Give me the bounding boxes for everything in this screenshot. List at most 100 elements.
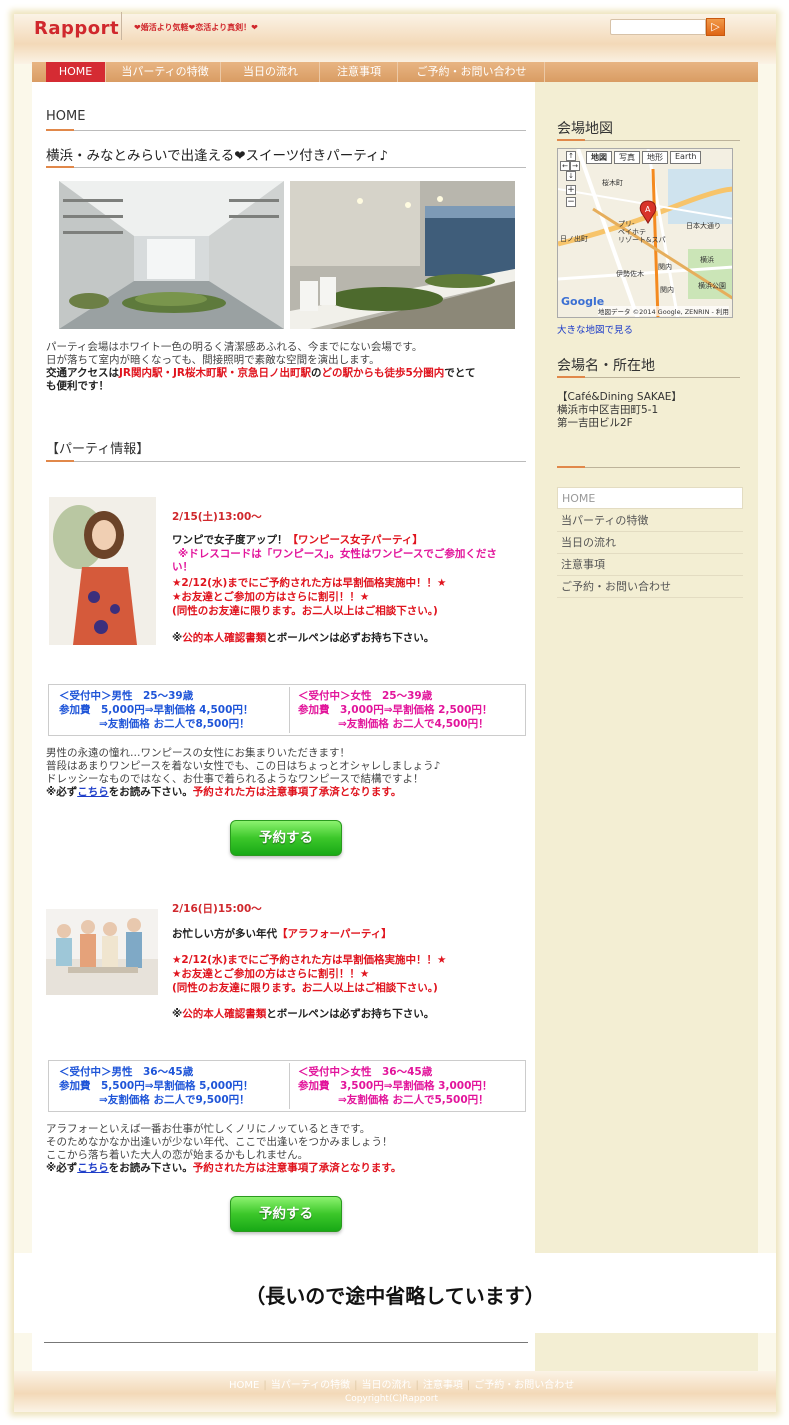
event-1-headline-text: ワンピで女子度アップ！ — [172, 534, 288, 546]
event-1-desc-2: 普段はあまりワンピースを着ない女性でも、この日はちょっとオシャレしましょう♪ — [46, 760, 441, 772]
access-suffix: でとて — [444, 367, 476, 379]
map-type-map[interactable]: 地図 — [586, 151, 612, 164]
event-1-description: 男性の永遠の憧れ…ワンピースの女性にお集まりいただきます！ 普段はあまりワンピー… — [46, 747, 524, 799]
footer-link-home[interactable]: HOME — [229, 1380, 259, 1391]
venue-building: 第一吉田ビル2F — [557, 417, 633, 429]
divider-accent — [46, 129, 74, 131]
map-title: 会場地図 — [557, 121, 613, 137]
map-pan-up-icon[interactable]: ↑ — [566, 151, 576, 161]
footer-separator: | — [263, 1380, 267, 1391]
event-1-price-male: ＜受付中＞男性 25〜39歳 参加費 5,000円⇒早割価格 4,500円！ ⇒… — [51, 687, 289, 733]
sidebar-item-flow[interactable]: 当日の流れ — [557, 532, 743, 554]
page-title: 横浜・みなとみらいで出逢える❤スイーツ付きパーティ♪ — [46, 148, 389, 164]
event-2-description: アラフォーといえば一番お仕事が忙しくノリにノッているときです。 そのためなかなか… — [46, 1123, 524, 1175]
price-pair: ⇒友割価格 お二人で8,500円！ — [99, 718, 250, 730]
event-2-photo — [46, 909, 158, 995]
logo-divider — [121, 12, 122, 40]
nav-notes[interactable]: 注意事項 — [321, 62, 398, 82]
nav-contact[interactable]: ご予約・お問い合わせ — [399, 62, 545, 82]
event-1-id-prefix: ※ — [172, 632, 183, 644]
map-type-earth[interactable]: Earth — [670, 151, 702, 164]
event-2-date: 2/16(日)15:00〜 — [172, 903, 262, 915]
map-label: 関内 — [660, 286, 674, 294]
notice-red: 予約された方は注意事項了承済となります。 — [192, 1162, 402, 1174]
event-1-date: 2/15(土)13:00〜 — [172, 511, 262, 523]
nav-features[interactable]: 当パーティの特徴 — [110, 62, 221, 82]
event-1-id-suffix: とボールペンは必ずお持ち下さい。 — [266, 632, 435, 644]
divider — [46, 461, 526, 462]
footer-separator: | — [415, 1380, 419, 1391]
event-1-id-note: ※公的本人確認書類とボールペンは必ずお持ち下さい。 — [172, 632, 522, 645]
sidebar-item-features[interactable]: 当パーティの特徴 — [557, 510, 743, 532]
map-type-photo[interactable]: 写真 — [614, 151, 640, 164]
omission-note: （長いので途中省略しています） — [245, 1284, 545, 1308]
price-pair: ⇒友割価格 お二人で5,500円！ — [338, 1094, 489, 1106]
event-1-early-bird: ★2/12(水)までにご予約された方は早割価格実施中！！★ — [172, 577, 447, 589]
notice-link[interactable]: こちら — [77, 1162, 109, 1174]
search-input[interactable] — [610, 19, 706, 35]
footer-separator: | — [354, 1380, 358, 1391]
nav-home[interactable]: HOME — [46, 62, 106, 82]
access-prefix: 交通アクセスは — [46, 367, 119, 379]
site-logo[interactable]: Rapport — [34, 18, 119, 39]
map-zoom-out-icon[interactable]: − — [566, 197, 576, 207]
event-1-dresscode-2: い！ — [172, 561, 193, 573]
event-2-headline: お忙しい方が多い年代【アラフォーパーティ】 — [172, 928, 522, 941]
footer-link-flow[interactable]: 当日の流れ — [362, 1380, 412, 1391]
map-pan-right-icon[interactable]: → — [570, 161, 580, 171]
notice-prefix: ※必ず — [46, 1162, 78, 1174]
map-pan-down-icon[interactable]: ↓ — [566, 171, 576, 181]
price-fee: 参加費 3,000円⇒早割価格 2,500円！ — [298, 704, 493, 716]
event-1-dresscode: ※ドレスコードは「ワンピース」。女性はワンピースでご参加くださ い！ — [172, 548, 522, 574]
event-2-reserve-button[interactable]: 予約する — [230, 1196, 342, 1232]
footer-link-contact[interactable]: ご予約・お問い合わせ — [474, 1380, 574, 1391]
map-label: 横浜 — [700, 256, 714, 264]
event-2-headline-text: お忙しい方が多い年代 — [172, 928, 277, 940]
event-1-id-red: 公的本人確認書類 — [182, 632, 267, 644]
map-label: リゾート&スパ — [618, 236, 666, 244]
notice-link[interactable]: こちら — [77, 786, 109, 798]
event-1-reserve-button[interactable]: 予約する — [230, 820, 342, 856]
larger-map-link[interactable]: 大きな地図で見る — [557, 322, 633, 336]
footer-link-notes[interactable]: 注意事項 — [423, 1380, 463, 1391]
event-1-headline-tag: 【ワンピース女子パーティ】 — [287, 534, 423, 546]
event-2-headline-tag: 【アラフォーパーティ】 — [277, 928, 392, 940]
event-2-desc-3: ここから落ち着いた大人の恋が始まるかもしれません。 — [46, 1149, 309, 1161]
venue-address: 【Café&Dining SAKAE】 横浜市中区吉田町5-1 第一吉田ビル2F — [557, 391, 682, 430]
nav-flow[interactable]: 当日の流れ — [222, 62, 320, 82]
event-2-desc-2: そのためなかなか出逢いが少ない年代、ここで出逢いをつかみましょう！ — [46, 1136, 393, 1148]
venue-name: 【Café&Dining SAKAE】 — [557, 391, 682, 403]
venue-photo-table — [290, 181, 515, 329]
map-label: 横浜公園 — [698, 282, 726, 290]
event-2-id-note: ※公的本人確認書類とボールペンは必ずお持ち下さい。 — [172, 1008, 522, 1021]
sidebar-item-notes[interactable]: 注意事項 — [557, 554, 743, 576]
notice-red: 予約された方は注意事項了承済となります。 — [192, 786, 402, 798]
price-status: ＜受付中＞男性 36〜45歳 — [59, 1066, 194, 1078]
search-button[interactable]: ▷ — [706, 18, 725, 36]
venue-street: 横浜市中区吉田町5-1 — [557, 404, 659, 416]
sidebar-item-contact[interactable]: ご予約・お問い合わせ — [557, 576, 743, 598]
event-2-id-prefix: ※ — [172, 1008, 183, 1020]
access-suffix-2: も便利です！ — [46, 380, 109, 392]
price-status: ＜受付中＞女性 25〜39歳 — [298, 690, 433, 702]
divider — [46, 130, 526, 131]
event-2-price-male: ＜受付中＞男性 36〜45歳 参加費 5,500円⇒早割価格 5,000円！ ⇒… — [51, 1063, 289, 1109]
footer-divider — [44, 1342, 528, 1343]
price-pair: ⇒友割価格 お二人で4,500円！ — [338, 718, 489, 730]
map-zoom-in-icon[interactable]: + — [566, 185, 576, 195]
event-1-desc-3: ドレッシーなものではなく、お仕事で着られるようなワンピースで結構ですよ！ — [46, 773, 424, 785]
price-pair: ⇒友割価格 お二人で9,500円！ — [99, 1094, 250, 1106]
footer-nav: HOME | 当パーティの特徴 | 当日の流れ | 注意事項 | ご予約・お問い合わせ — [229, 1376, 578, 1391]
map-type-terrain[interactable]: 地形 — [642, 151, 668, 164]
venue-map[interactable]: A 地図 写真 地形 Earth ↑ ← → ↓ + − 桜木町 プリ- ペイホ… — [557, 148, 733, 318]
venue-photo-hall — [59, 181, 284, 329]
sidebar-divider-accent — [557, 139, 585, 141]
access-stations: JR関内駅・JR桜木町駅・京急日ノ出町駅 — [118, 367, 311, 379]
map-pan-left-icon[interactable]: ← — [560, 161, 570, 171]
footer-link-features[interactable]: 当パーティの特徴 — [271, 1380, 350, 1391]
sidebar-item-home[interactable]: HOME — [557, 487, 743, 509]
notice-mid: をお読み下さい。 — [108, 786, 193, 798]
price-fee: 参加費 5,500円⇒早割価格 5,000円！ — [59, 1080, 254, 1092]
event-1-headline: ワンピで女子度アップ！【ワンピース女子パーティ】 — [172, 534, 522, 547]
map-label: 日本大通り — [686, 222, 721, 230]
